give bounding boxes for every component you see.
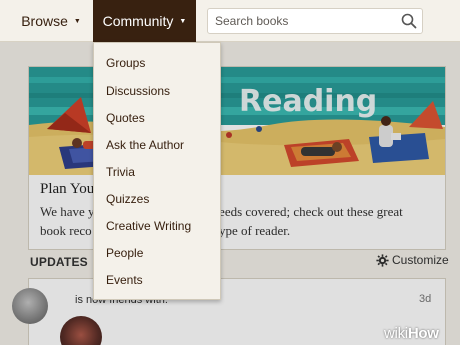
- top-navbar: Browse ▼ Community ▼: [0, 0, 460, 42]
- browse-menu[interactable]: Browse ▼: [10, 0, 92, 42]
- menu-item-discussions[interactable]: Discussions: [106, 84, 170, 98]
- community-dropdown: Groups Discussions Quotes Ask the Author…: [93, 42, 221, 300]
- menu-item-quotes[interactable]: Quotes: [106, 111, 145, 125]
- wikihow-watermark: wikiHow: [384, 325, 439, 342]
- menu-item-ask-the-author[interactable]: Ask the Author: [106, 138, 184, 152]
- watermark-wiki: wiki: [384, 325, 408, 342]
- community-menu[interactable]: Community ▼: [93, 0, 196, 42]
- menu-item-people[interactable]: People: [106, 246, 143, 260]
- caret-down-icon: ▼: [179, 17, 187, 25]
- menu-item-events[interactable]: Events: [106, 273, 143, 287]
- search-input[interactable]: [208, 9, 394, 33]
- menu-item-trivia[interactable]: Trivia: [106, 165, 135, 179]
- search-box: [207, 8, 423, 34]
- community-label: Community: [102, 13, 174, 29]
- menu-item-creative-writing[interactable]: Creative Writing: [106, 219, 191, 233]
- menu-item-quizzes[interactable]: Quizzes: [106, 192, 149, 206]
- watermark-how: How: [407, 325, 439, 342]
- search-icon[interactable]: [398, 11, 420, 31]
- menu-item-groups[interactable]: Groups: [106, 56, 145, 70]
- dimming-overlay: [0, 42, 460, 345]
- browse-label: Browse: [21, 13, 68, 29]
- caret-down-icon: ▼: [73, 17, 81, 25]
